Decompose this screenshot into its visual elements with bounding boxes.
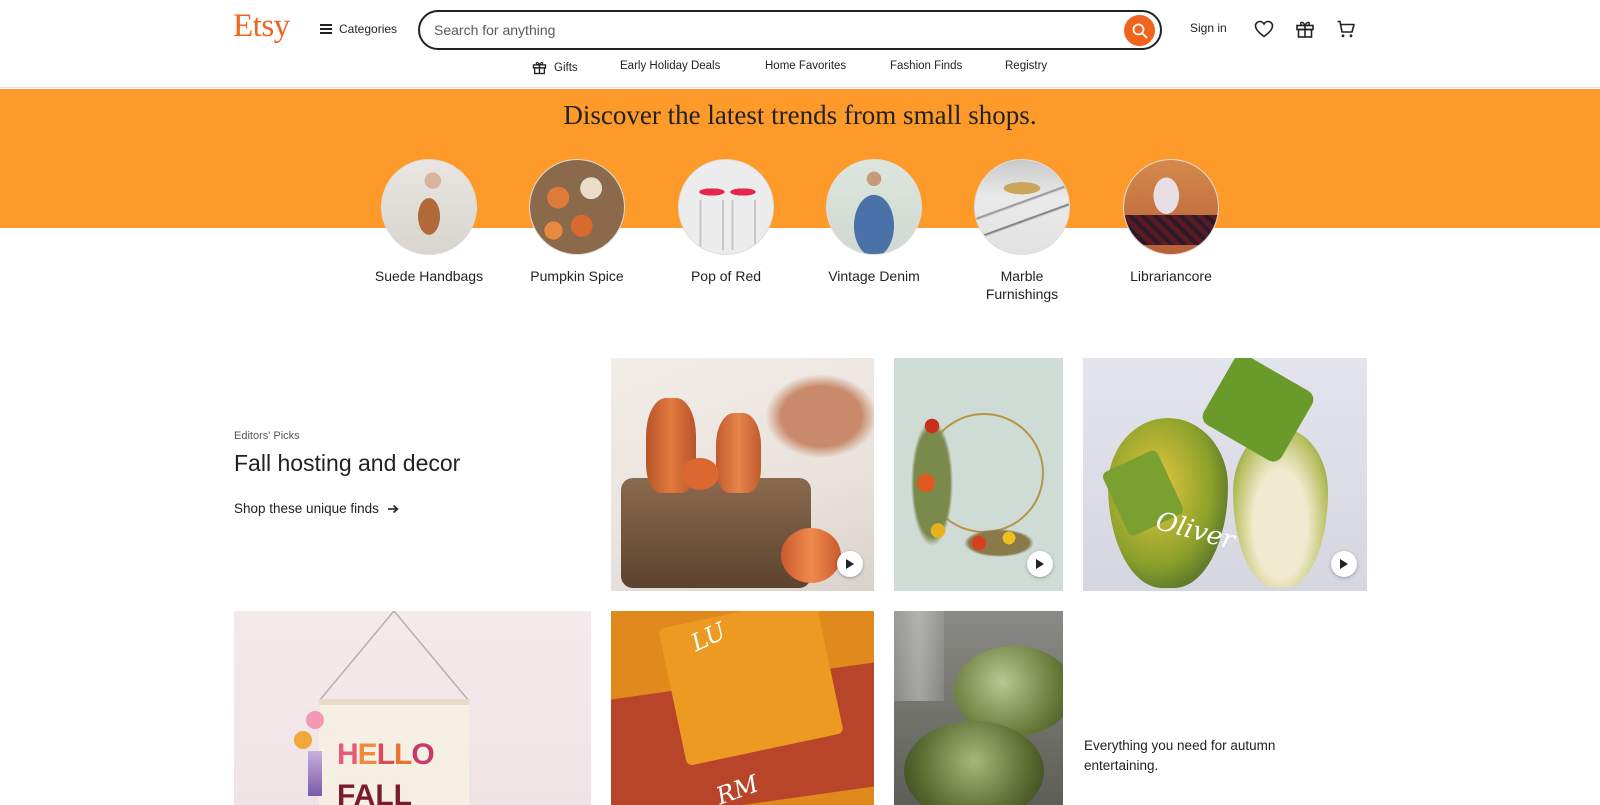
nav-item-early-holiday-deals[interactable]: Early Holiday Deals — [620, 60, 720, 72]
trend-pop-of-red[interactable]: Pop of Red — [671, 159, 781, 285]
nav-item-gifts[interactable]: Gifts — [532, 60, 578, 75]
etsy-logo[interactable]: Etsy — [233, 8, 290, 45]
editors-picks-kicker: Editors' Picks — [234, 430, 300, 442]
product-personalized-pears[interactable]: Oliver — [1083, 358, 1367, 591]
product-hello-fall-banner[interactable]: HELLO FALL — [234, 611, 591, 805]
trend-pumpkin-spice[interactable]: Pumpkin Spice — [522, 159, 632, 285]
product-monogram-napkins[interactable]: LU RM — [611, 611, 874, 805]
pumpkin-candle — [681, 458, 719, 490]
nav-item-home-favorites[interactable]: Home Favorites — [765, 60, 846, 72]
search-icon — [1132, 23, 1147, 38]
gift-icon — [532, 61, 547, 75]
link-label: Shop these unique finds — [234, 501, 379, 516]
editors-picks-caption: Everything you need for autumn entertain… — [1084, 738, 1276, 773]
pumpkin-candle — [716, 413, 761, 493]
heart-icon — [1254, 20, 1274, 38]
categories-label: Categories — [339, 22, 398, 36]
cart-button[interactable] — [1335, 18, 1357, 40]
banner-text: FALL — [337, 779, 412, 805]
gift-button[interactable] — [1294, 18, 1316, 40]
search-button[interactable] — [1124, 15, 1155, 46]
glass — [894, 611, 944, 701]
trend-label: Vintage Denim — [828, 268, 920, 284]
product-pumpkin-candles[interactable] — [611, 358, 874, 591]
product-ceramic-plates[interactable] — [894, 611, 1063, 805]
play-video-button[interactable] — [837, 551, 863, 577]
cart-icon — [1337, 20, 1355, 38]
shop-unique-finds-link[interactable]: Shop these unique finds — [234, 501, 399, 516]
banner-text: HELLO — [337, 738, 435, 771]
trend-image — [826, 159, 922, 255]
trend-marble-furnishings[interactable]: Marble Furnishings — [967, 159, 1077, 303]
favorites-button[interactable] — [1253, 18, 1275, 40]
categories-button[interactable]: Categories — [320, 18, 397, 40]
trend-label: Pumpkin Spice — [530, 268, 624, 284]
tassel — [308, 751, 322, 796]
trend-image — [381, 159, 477, 255]
trend-vintage-denim[interactable]: Vintage Denim — [819, 159, 929, 285]
trend-suede-handbags[interactable]: Suede Handbags — [374, 159, 484, 285]
play-icon — [1036, 559, 1044, 569]
nav-item-fashion-finds[interactable]: Fashion Finds — [890, 60, 962, 72]
pumpkin-candle — [781, 528, 841, 583]
secondary-nav: Gifts Early Holiday Deals Home Favorites… — [0, 58, 1600, 78]
search-bar — [418, 10, 1162, 50]
menu-icon — [320, 24, 332, 34]
trend-label: Suede Handbags — [374, 268, 484, 284]
gift-icon — [1296, 21, 1314, 38]
play-video-button[interactable] — [1027, 551, 1053, 577]
nav-item-label: Gifts — [554, 61, 578, 74]
trend-image — [678, 159, 774, 255]
arrow-right-icon — [387, 504, 399, 513]
trend-image — [529, 159, 625, 255]
sign-in-link[interactable]: Sign in — [1190, 21, 1227, 35]
trend-image — [1123, 159, 1219, 255]
product-floral-wreath[interactable] — [894, 358, 1063, 591]
search-input[interactable] — [434, 22, 1094, 38]
wood-stump — [621, 478, 811, 588]
trend-image — [974, 159, 1070, 255]
pom-pom — [294, 731, 312, 749]
nav-item-registry[interactable]: Registry — [1005, 60, 1047, 72]
trend-label: Marble Furnishings — [985, 268, 1059, 302]
play-icon — [1340, 559, 1348, 569]
editors-picks-title: Fall hosting and decor — [234, 450, 461, 476]
banner-title: Discover the latest trends from small sh… — [563, 100, 1037, 130]
trend-label: Pop of Red — [690, 268, 762, 284]
play-icon — [846, 559, 854, 569]
pom-pom — [306, 711, 324, 729]
trend-librariancore[interactable]: Librariancore — [1116, 159, 1226, 285]
site-header: Etsy Categories Sign in — [0, 0, 1600, 88]
play-video-button[interactable] — [1331, 551, 1357, 577]
trend-label: Librariancore — [1130, 268, 1212, 284]
